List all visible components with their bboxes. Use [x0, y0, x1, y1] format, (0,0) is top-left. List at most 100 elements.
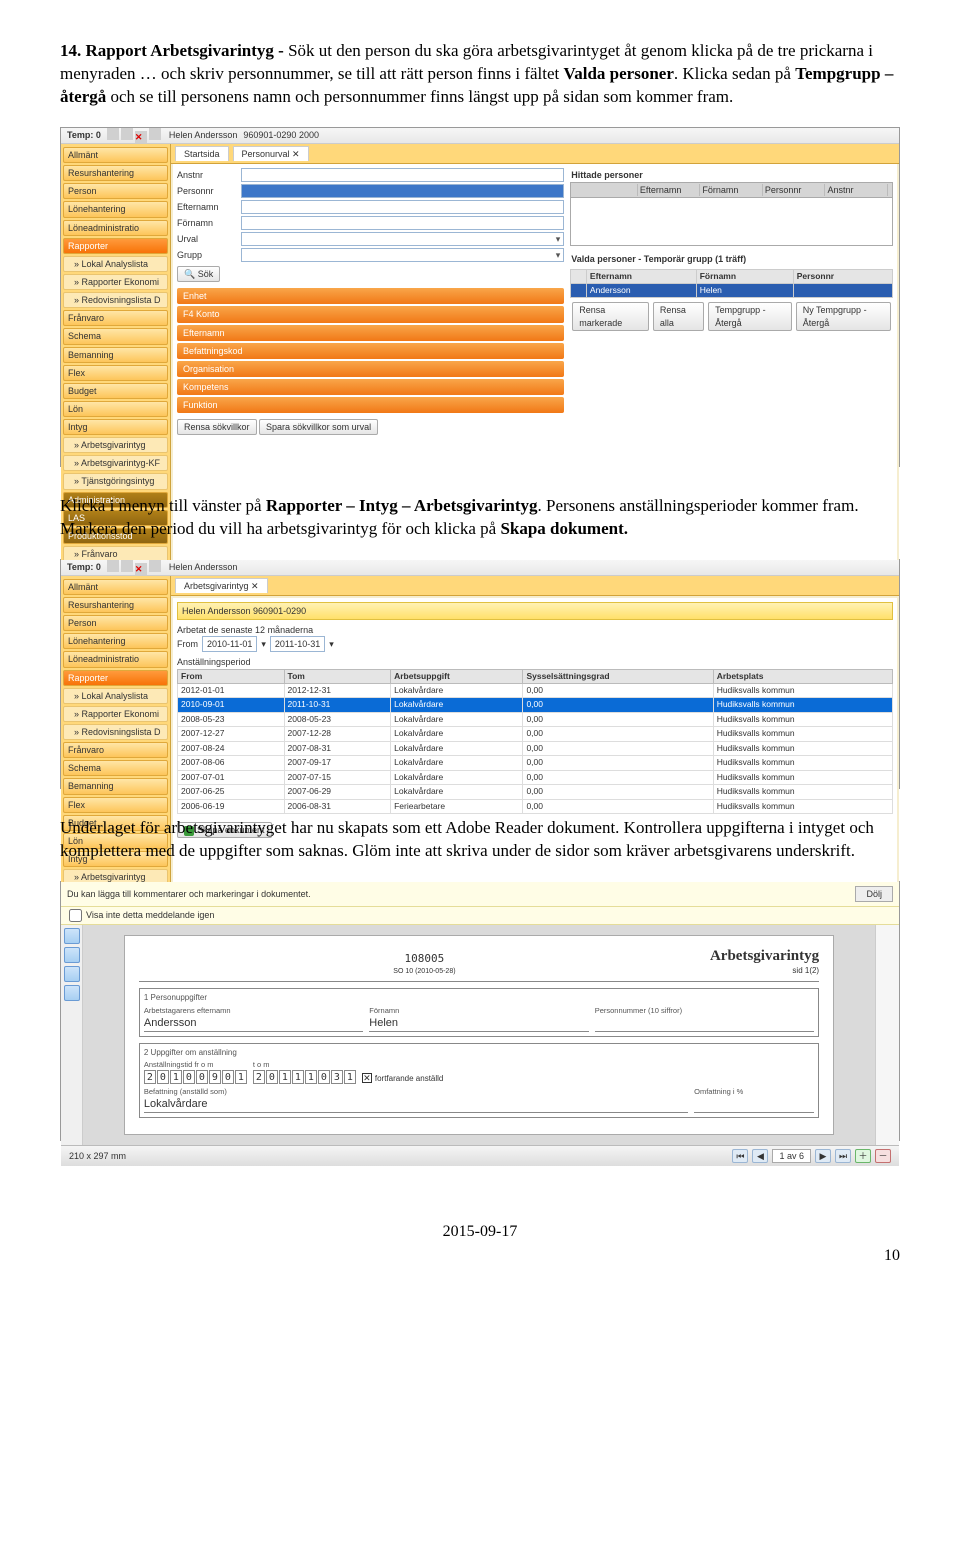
table-row[interactable]: 2012-01-012012-12-31Lokalvårdare0,00Hudi…	[178, 684, 893, 698]
sidebar-item[interactable]: Resurshantering	[63, 165, 168, 181]
input-personnr[interactable]	[241, 184, 564, 198]
filter-bar[interactable]: Efternamn	[177, 325, 564, 341]
section-title: Rapport Arbetsgivarintyg -	[86, 41, 289, 60]
date-to-digits[interactable]: 20111031	[253, 1070, 356, 1084]
sidebar-item[interactable]: Flex	[63, 365, 168, 381]
sidebar-item[interactable]: Lönehantering	[63, 633, 168, 649]
sidebar-item[interactable]: Flex	[63, 797, 168, 813]
sidebar-item[interactable]: » Arbetsgivarintyg	[63, 437, 168, 453]
pdf-nav-panel[interactable]	[61, 925, 83, 1145]
filter-bar[interactable]: Befattningskod	[177, 343, 564, 359]
table-row[interactable]: 2007-08-242007-08-31Lokalvårdare0,00Hudi…	[178, 741, 893, 755]
action-button[interactable]: Ny Tempgrupp - Återgå	[796, 302, 891, 330]
pdf-zoom-in-icon[interactable]: ＋	[855, 1149, 871, 1163]
sidebar-item[interactable]: » Rapporter Ekonomi	[63, 706, 168, 722]
pdf-panel-icon[interactable]	[64, 947, 80, 963]
sidebar-item[interactable]: Intyg	[63, 419, 168, 435]
sidebar-item[interactable]: Resurshantering	[63, 597, 168, 613]
tab-arbetsgivarintyg[interactable]: Arbetsgivarintyg ✕	[175, 578, 268, 593]
sidebar-item[interactable]: Frånvaro	[63, 310, 168, 326]
sidebar-item[interactable]: » Rapporter Ekonomi	[63, 274, 168, 290]
filter-bar[interactable]: F4 Konto	[177, 306, 564, 322]
form-befattning[interactable]: Lokalvårdare	[144, 1097, 688, 1113]
table-row[interactable]: 2010-09-012011-10-31Lokalvårdare0,00Hudi…	[178, 698, 893, 712]
sidebar-item[interactable]: Person	[63, 183, 168, 199]
table-row[interactable]: 2007-07-012007-07-15Lokalvårdare0,00Hudi…	[178, 770, 893, 784]
sidebar-item[interactable]: » Tjänstgöringsintyg	[63, 473, 168, 489]
pdf-panel-icon[interactable]	[64, 966, 80, 982]
tab-strip[interactable]: Startsida Personurval ✕	[171, 144, 899, 164]
sidebar-item[interactable]: Budget	[63, 383, 168, 399]
sidebar-item[interactable]: Löneadministratio	[63, 220, 168, 236]
table-row[interactable]: 2006-06-192006-08-31Feriearbetare0,00Hud…	[178, 799, 893, 813]
save-filters-button[interactable]: Spara sökvillkor som urval	[259, 419, 378, 435]
sidebar-item[interactable]: Allmänt	[63, 147, 168, 163]
filter-bar[interactable]: Funktion	[177, 397, 564, 413]
search-button[interactable]: 🔍 Sök	[177, 266, 220, 282]
form-personnummer[interactable]	[595, 1016, 814, 1032]
hide-button[interactable]: Dölj	[855, 886, 893, 902]
filter-bars[interactable]: Enhet F4 Konto Efternamn Befattningskod Orga…	[177, 288, 564, 413]
table-row[interactable]: 2008-05-232008-05-23Lokalvårdare0,00Hudi…	[178, 712, 893, 726]
subline: Arbetat de senaste 12 månaderna	[177, 624, 893, 636]
bottom-action-bar: Rensa markeradeRensa allaTempgrupp - Åte…	[570, 298, 893, 332]
table-row[interactable]: 2007-06-252007-06-29Lokalvårdare0,00Hudi…	[178, 785, 893, 799]
filter-bar[interactable]: Enhet	[177, 288, 564, 304]
action-button[interactable]: Rensa alla	[653, 302, 704, 330]
pdf-panel-icon[interactable]	[64, 985, 80, 1001]
sidebar-item[interactable]: » Lokal Analyslista	[63, 256, 168, 272]
form-efternamn[interactable]: Andersson	[144, 1016, 363, 1032]
date-from[interactable]: 2010-11-01	[202, 636, 257, 652]
results-list[interactable]	[570, 198, 893, 246]
pdf-zoom-out-icon[interactable]: －	[875, 1149, 891, 1163]
selected-table[interactable]: EfternamnFörnamnPersonnr AnderssonHelen	[570, 269, 893, 299]
sidebar-item[interactable]: Lönehantering	[63, 201, 168, 217]
dropdown-grupp[interactable]	[241, 248, 564, 262]
sidebar-item[interactable]: Lön	[63, 401, 168, 417]
clear-filters-button[interactable]: Rensa sökvillkor	[177, 419, 257, 435]
action-button[interactable]: Rensa markerade	[572, 302, 649, 330]
input-efternamn[interactable]	[241, 200, 564, 214]
sidebar-item[interactable]: Rapporter	[63, 670, 168, 686]
pdf-first-page-icon[interactable]: ⏮	[732, 1149, 748, 1163]
pdf-last-page-icon[interactable]: ⏭	[835, 1149, 851, 1163]
pdf-page-indicator[interactable]: 1 av 6	[772, 1149, 811, 1163]
pdf-page: 108005 SO 10 (2010-05-28) Arbetsgivarint…	[124, 935, 834, 1135]
table-row[interactable]: 2007-08-062007-09-17Lokalvårdare0,00Hudi…	[178, 756, 893, 770]
sidebar-item[interactable]: Rapporter	[63, 238, 168, 254]
sidebar-item[interactable]: Bemanning	[63, 347, 168, 363]
date-to[interactable]: 2011-10-31	[270, 636, 325, 652]
dont-show-checkbox[interactable]	[69, 909, 82, 922]
tab-startsida[interactable]: Startsida	[175, 146, 229, 161]
sidebar-item[interactable]: Frånvaro	[63, 742, 168, 758]
dropdown-urval[interactable]	[241, 232, 564, 246]
sidebar-item[interactable]: Löneadministratio	[63, 651, 168, 667]
sidebar-item[interactable]: Schema	[63, 760, 168, 776]
employment-periods-table[interactable]: FromTomArbetsuppgiftSysselsättningsgradA…	[177, 669, 893, 815]
sidebar-item[interactable]: » Arbetsgivarintyg-KF	[63, 455, 168, 471]
form-fornamn[interactable]: Helen	[369, 1016, 588, 1032]
pdf-panel-icon[interactable]	[64, 928, 80, 944]
sidebar-item[interactable]: Person	[63, 615, 168, 631]
tab-personurval[interactable]: Personurval ✕	[233, 146, 309, 161]
pdf-prev-page-icon[interactable]: ◀	[752, 1149, 768, 1163]
window-topbar: Temp: 0 ✕ Helen Andersson	[61, 560, 899, 576]
sidebar-item[interactable]: Bemanning	[63, 778, 168, 794]
filter-bar[interactable]: Organisation	[177, 361, 564, 377]
input-fornamn[interactable]	[241, 216, 564, 230]
action-button[interactable]: Tempgrupp - Återgå	[708, 302, 792, 330]
input-anstnr[interactable]	[241, 168, 564, 182]
filter-bar[interactable]: Kompetens	[177, 379, 564, 395]
toolbar-icons: ✕	[107, 128, 163, 143]
sidebar-item[interactable]: » Redovisningslista D	[63, 724, 168, 740]
sidebar-item[interactable]: » Lokal Analyslista	[63, 688, 168, 704]
sidebar-item[interactable]: Allmänt	[63, 579, 168, 595]
results-header: EfternamnFörnamnPersonnrAnstnr	[570, 182, 893, 198]
form-omfattning[interactable]	[694, 1097, 814, 1113]
date-from-digits[interactable]: 20100901	[144, 1070, 247, 1084]
sidebar-item[interactable]: Schema	[63, 328, 168, 344]
table-row[interactable]: 2007-12-272007-12-28Lokalvårdare0,00Hudi…	[178, 727, 893, 741]
pdf-next-page-icon[interactable]: ▶	[815, 1149, 831, 1163]
still-employed-checkbox[interactable]: ✕	[362, 1073, 372, 1083]
sidebar-item[interactable]: » Redovisningslista D	[63, 292, 168, 308]
